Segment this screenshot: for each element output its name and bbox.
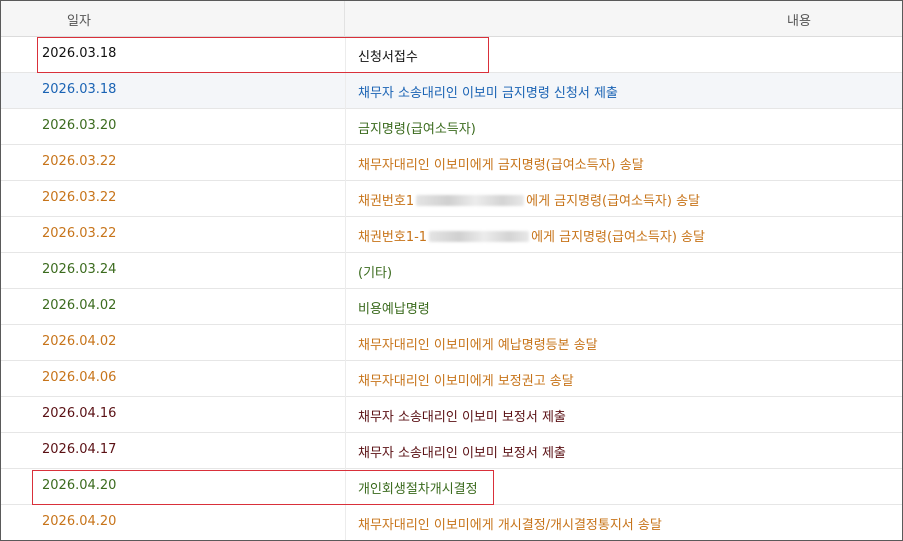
case-history-table: 일자 내용 2026.03.18 신청서접수 2026.03.18 채무자 소송대리인… <box>0 0 903 541</box>
row-content[interactable]: 채무자 소송대리인 이보미 보정서 제출 <box>358 442 566 461</box>
row-content[interactable]: (기타) <box>358 262 392 281</box>
row-date: 2026.04.16 <box>42 406 117 421</box>
row-content-prefix: 채권번호1 <box>358 194 415 209</box>
column-divider <box>345 469 346 505</box>
table-row[interactable]: 2026.04.06 채무자대리인 이보미에게 보정권고 송달 <box>1 361 902 397</box>
table-row[interactable]: 2026.03.22 채권번호1 에게 금지명령(급여소득자) 송달 <box>1 181 902 217</box>
table-row[interactable]: 2026.04.17 채무자 소송대리인 이보미 보정서 제출 <box>1 433 902 469</box>
row-date: 2026.04.06 <box>42 370 117 385</box>
row-content[interactable]: 채무자 소송대리인 이보미 금지명령 신청서 제출 <box>358 82 618 101</box>
row-content[interactable]: 채무자대리인 이보미에게 금지명령(급여소득자) 송달 <box>358 154 644 173</box>
table-header: 일자 내용 <box>1 1 902 37</box>
redacted-name-blur <box>429 231 530 242</box>
column-divider <box>345 289 346 325</box>
row-date: 2026.03.18 <box>42 46 117 61</box>
header-content-label: 내용 <box>787 14 811 29</box>
row-date: 2026.03.22 <box>42 190 117 205</box>
row-date: 2026.04.20 <box>42 514 117 529</box>
row-content[interactable]: 비용예납명령 <box>358 298 430 317</box>
row-content[interactable]: 개인회생절차개시결정 <box>358 478 478 497</box>
column-divider <box>345 73 346 109</box>
table-row[interactable]: 2026.03.22 채권번호1-1 에게 금지명령(급여소득자) 송달 <box>1 217 902 253</box>
row-content-suffix: 에게 금지명령(급여소득자) 송달 <box>531 230 705 245</box>
row-content[interactable]: 채권번호1-1 에게 금지명령(급여소득자) 송달 <box>358 226 705 245</box>
row-content[interactable]: 금지명령(급여소득자) <box>358 118 476 137</box>
column-divider <box>345 253 346 289</box>
table-row[interactable]: 2026.04.20 채무자대리인 이보미에게 개시결정/개시결정통지서 송달 <box>1 505 902 540</box>
table-row[interactable]: 2026.04.02 채무자대리인 이보미에게 예납명령등본 송달 <box>1 325 902 361</box>
table-row[interactable]: 2026.04.02 비용예납명령 <box>1 289 902 325</box>
table-row[interactable]: 2026.04.16 채무자 소송대리인 이보미 보정서 제출 <box>1 397 902 433</box>
row-date: 2026.04.02 <box>42 298 117 313</box>
row-content[interactable]: 신청서접수 <box>358 46 418 65</box>
table-row[interactable]: 2026.03.18 신청서접수 <box>1 37 902 73</box>
row-date: 2026.03.24 <box>42 262 117 277</box>
row-content[interactable]: 채권번호1 에게 금지명령(급여소득자) 송달 <box>358 190 700 209</box>
row-date: 2026.04.02 <box>42 334 117 349</box>
row-content-prefix: 채권번호1-1 <box>358 230 428 245</box>
row-date: 2026.03.22 <box>42 154 117 169</box>
table-row[interactable]: 2026.03.22 채무자대리인 이보미에게 금지명령(급여소득자) 송달 <box>1 145 902 181</box>
column-divider <box>345 145 346 181</box>
row-content[interactable]: 채무자대리인 이보미에게 개시결정/개시결정통지서 송달 <box>358 514 662 533</box>
row-content-suffix: 에게 금지명령(급여소득자) 송달 <box>526 194 701 209</box>
row-date: 2026.04.20 <box>42 478 117 493</box>
column-divider <box>345 505 346 540</box>
column-divider <box>345 181 346 217</box>
redacted-name-blur <box>416 195 525 206</box>
row-date: 2026.03.18 <box>42 82 117 97</box>
row-content[interactable]: 채무자 소송대리인 이보미 보정서 제출 <box>358 406 566 425</box>
row-date: 2026.03.20 <box>42 118 117 133</box>
column-divider <box>345 109 346 145</box>
header-date-label: 일자 <box>67 14 91 29</box>
column-divider <box>345 37 346 73</box>
column-divider <box>345 217 346 253</box>
table-row[interactable]: 2026.03.20 금지명령(급여소득자) <box>1 109 902 145</box>
row-date: 2026.04.17 <box>42 442 117 457</box>
row-content[interactable]: 채무자대리인 이보미에게 보정권고 송달 <box>358 370 574 389</box>
table-row[interactable]: 2026.03.24 (기타) <box>1 253 902 289</box>
column-divider <box>345 433 346 469</box>
column-divider <box>345 397 346 433</box>
table-row[interactable]: 2026.03.18 채무자 소송대리인 이보미 금지명령 신청서 제출 <box>1 73 902 109</box>
header-date-column <box>1 1 345 37</box>
row-date: 2026.03.22 <box>42 226 117 241</box>
table-row[interactable]: 2026.04.20 개인회생절차개시결정 <box>1 469 902 505</box>
column-divider <box>345 325 346 361</box>
row-content[interactable]: 채무자대리인 이보미에게 예납명령등본 송달 <box>358 334 598 353</box>
column-divider <box>345 361 346 397</box>
